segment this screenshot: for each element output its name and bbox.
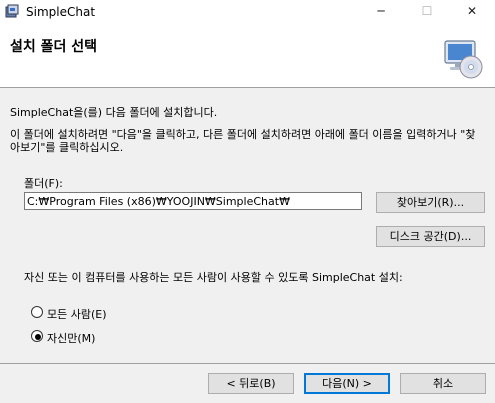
next-button[interactable]: 다음(N) > [304, 373, 390, 394]
install-for-text: 자신 또는 이 컴퓨터를 사용하는 모든 사람이 사용할 수 있도록 Simpl… [24, 271, 403, 284]
radio-button-unselected[interactable] [31, 306, 43, 318]
back-button[interactable]: < 뒤로(B) [208, 373, 294, 394]
folder-path-input[interactable] [24, 192, 362, 210]
browse-button[interactable]: 찾아보기(R)... [376, 192, 485, 213]
radio-selected-dot [35, 334, 41, 340]
title-bar: SimpleChat ─ ☐ ✕ [0, 0, 495, 24]
radio-label-just-me: 자신만(M) [47, 332, 96, 345]
computer-cd-icon [444, 40, 483, 79]
radio-label-everyone: 모든 사람(E) [47, 308, 107, 321]
close-button[interactable]: ✕ [449, 0, 495, 24]
footer-divider [0, 363, 495, 364]
instructions-text: 이 폴더에 설치하려면 "다음"을 클릭하고, 다른 폴더에 설치하려면 아래에… [10, 128, 476, 154]
minimize-button[interactable]: ─ [358, 0, 404, 24]
disk-space-button[interactable]: 디스크 공간(D)... [376, 226, 485, 247]
window-title: SimpleChat [26, 5, 96, 19]
page-title: 설치 폴더 선택 [10, 39, 98, 55]
radio-button-selected[interactable] [31, 330, 43, 342]
folder-label: 폴더(F): [24, 177, 63, 190]
maximize-button[interactable]: ☐ [404, 0, 450, 24]
wizard-header: 설치 폴더 선택 [0, 24, 495, 88]
cancel-button[interactable]: 취소 [400, 373, 486, 394]
installer-app-icon [5, 4, 19, 18]
intro-text: SimpleChat을(를) 다음 폴더에 설치합니다. [10, 106, 218, 119]
